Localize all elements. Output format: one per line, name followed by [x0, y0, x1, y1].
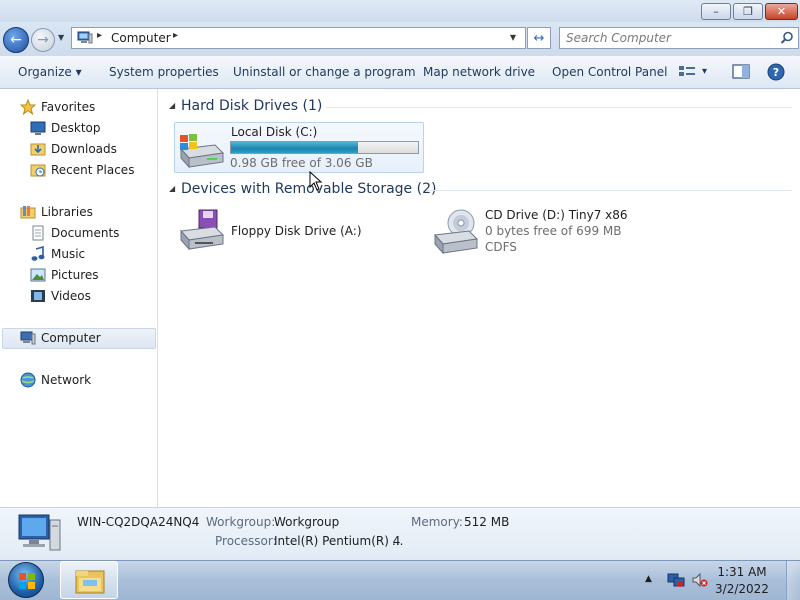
computer-icon — [20, 331, 36, 345]
volume-muted-icon[interactable] — [691, 572, 709, 588]
back-button[interactable]: ← — [3, 27, 29, 53]
minimize-button[interactable]: – — [701, 3, 731, 20]
nav-label: Documents — [51, 226, 120, 240]
maximize-button[interactable]: ❐ — [733, 3, 763, 20]
nav-label: Recent Places — [51, 163, 135, 177]
drive-d-filesystem: CDFS — [485, 240, 517, 254]
nav-item-network[interactable]: Network — [20, 371, 150, 389]
windows-logo-icon — [19, 573, 35, 589]
drive-c-capacity-fill — [231, 142, 359, 153]
clock-time[interactable]: 1:31 AM — [712, 565, 772, 579]
collapse-removable-group[interactable]: ◢ — [169, 184, 175, 193]
recent-pages-dropdown[interactable]: ▼ — [58, 33, 64, 42]
processor-value: Intel(R) Pentium(R) 4 — [274, 534, 401, 548]
computer-large-icon — [18, 514, 61, 551]
computer-name: WIN-CQ2DQA24NQ4 — [77, 515, 200, 529]
drive-a-name: Floppy Disk Drive (A:) — [231, 224, 362, 238]
documents-icon — [32, 225, 44, 241]
title-bar — [0, 0, 800, 22]
forward-button[interactable]: → — [31, 28, 55, 52]
nav-item-libraries[interactable]: Libraries — [20, 203, 150, 221]
processor-label: Processor: — [215, 534, 277, 548]
address-bar[interactable]: ▸ Computer ▸ ▾ — [71, 27, 526, 49]
nav-item-documents[interactable]: Documents — [30, 224, 150, 242]
group-divider — [326, 107, 792, 108]
network-globe-icon — [20, 372, 36, 388]
nav-label: Network — [41, 373, 92, 387]
nav-label: Computer — [41, 331, 101, 345]
desktop-icon — [30, 121, 46, 135]
cd-drive-icon — [433, 209, 479, 255]
search-icon[interactable] — [780, 31, 794, 45]
breadcrumb-root-arrow[interactable]: ▸ — [97, 30, 102, 41]
nav-item-recent-places[interactable]: Recent Places — [30, 161, 150, 179]
close-button[interactable]: ✕ — [765, 3, 798, 20]
downloads-folder-icon — [30, 143, 46, 156]
memory-value: 512 MB — [464, 515, 510, 529]
processor-more: ... — [392, 534, 404, 548]
videos-icon — [31, 290, 45, 302]
back-arrow-icon: ← — [10, 32, 22, 48]
group-divider — [427, 190, 792, 191]
preview-pane-icon[interactable] — [732, 64, 750, 80]
star-icon — [20, 99, 36, 115]
hard-disk-icon — [179, 134, 225, 169]
folder-icon — [75, 570, 105, 594]
group-header-hdd[interactable]: Hard Disk Drives (1) — [181, 98, 322, 114]
mouse-cursor-icon — [309, 171, 323, 191]
taskbar-explorer-button[interactable] — [60, 561, 118, 599]
help-icon[interactable]: ? — [767, 63, 785, 81]
pictures-icon — [30, 268, 46, 282]
nav-label: Downloads — [51, 142, 117, 156]
collapse-hdd-group[interactable]: ◢ — [169, 101, 175, 110]
nav-item-desktop[interactable]: Desktop — [30, 119, 150, 137]
workgroup-label: Workgroup: — [206, 515, 276, 529]
drive-c-capacity-bar — [230, 141, 419, 154]
address-dropdown[interactable]: ▾ — [510, 30, 516, 44]
drive-d-name: CD Drive (D:) Tiny7 x86 — [485, 208, 628, 222]
tray-overflow-arrow[interactable]: ▲ — [645, 574, 652, 584]
forward-arrow-icon: → — [37, 32, 49, 48]
views-dropdown[interactable]: ▾ — [702, 66, 707, 82]
nav-label: Music — [51, 247, 86, 261]
nav-label: Desktop — [51, 121, 101, 135]
nav-item-music[interactable]: Music — [30, 245, 150, 263]
breadcrumb-arrow[interactable]: ▸ — [173, 30, 178, 41]
organize-menu[interactable]: Organize ▾ — [18, 65, 82, 81]
nav-item-favorites[interactable]: Favorites — [20, 98, 150, 116]
refresh-icon: ↔ — [533, 30, 545, 46]
nav-item-pictures[interactable]: Pictures — [30, 266, 150, 284]
system-properties-button[interactable]: System properties — [109, 65, 219, 81]
recent-places-icon — [30, 164, 46, 177]
music-note-icon — [31, 246, 45, 261]
network-status-icon[interactable] — [667, 572, 685, 588]
libraries-icon — [20, 206, 36, 219]
nav-label: Pictures — [51, 268, 99, 282]
nav-item-computer[interactable]: Computer — [20, 329, 150, 347]
nav-item-downloads[interactable]: Downloads — [30, 140, 150, 158]
search-input[interactable] — [560, 28, 776, 48]
uninstall-program-button[interactable]: Uninstall or change a program — [233, 65, 416, 81]
floppy-drive-icon — [179, 209, 225, 251]
computer-icon — [77, 31, 93, 44]
refresh-button[interactable]: ↔ — [527, 27, 551, 49]
map-network-drive-button[interactable]: Map network drive — [423, 65, 535, 81]
drive-c-free-space: 0.98 GB free of 3.06 GB — [230, 156, 373, 170]
nav-label: Libraries — [41, 205, 93, 219]
nav-item-videos[interactable]: Videos — [30, 287, 150, 305]
search-box — [559, 27, 799, 49]
memory-label: Memory: — [411, 515, 463, 529]
change-view-icon[interactable] — [678, 64, 696, 80]
open-control-panel-button[interactable]: Open Control Panel — [552, 65, 667, 81]
show-desktop-button[interactable] — [786, 561, 800, 600]
nav-label: Videos — [51, 289, 91, 303]
drive-c-name: Local Disk (C:) — [231, 125, 318, 139]
drive-d-free-space: 0 bytes free of 699 MB — [485, 224, 622, 238]
clock-date[interactable]: 3/2/2022 — [712, 582, 772, 596]
svg-text:?: ? — [773, 66, 779, 79]
workgroup-value: Workgroup — [274, 515, 340, 529]
start-button[interactable] — [8, 562, 44, 598]
nav-label: Favorites — [41, 100, 96, 114]
breadcrumb-computer[interactable]: Computer — [111, 31, 171, 45]
